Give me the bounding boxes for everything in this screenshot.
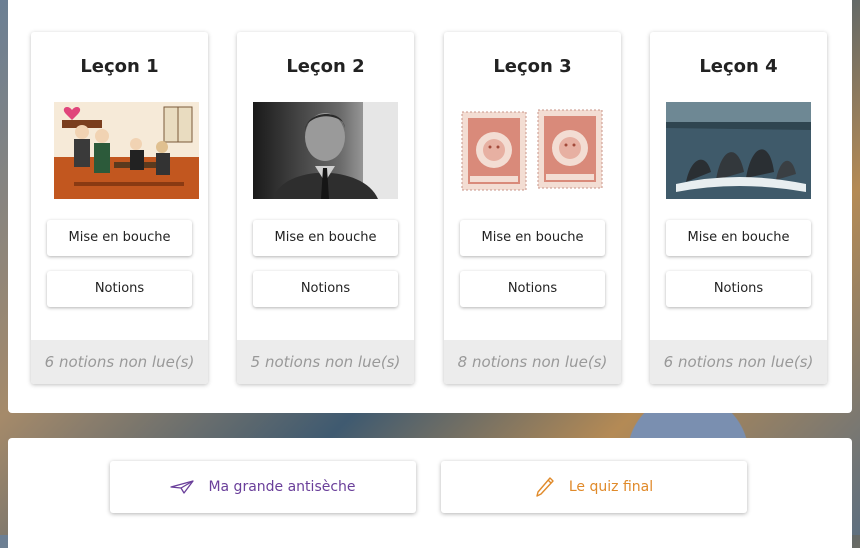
lesson-title: Leçon 3 xyxy=(493,56,572,77)
lesson-card-1: Leçon 1 Mise en bouche Notions 6 notions… xyxy=(31,32,208,384)
paper-plane-icon xyxy=(170,479,195,495)
mise-en-bouche-button[interactable]: Mise en bouche xyxy=(47,220,192,256)
unread-notions-count: 8 notions non lue(s) xyxy=(444,340,621,384)
notions-button[interactable]: Notions xyxy=(253,271,398,307)
notions-button[interactable]: Notions xyxy=(460,271,605,307)
unread-notions-count: 5 notions non lue(s) xyxy=(237,340,414,384)
lesson-card-3: Leçon 3 Mise en bouche Notions 8 notions… xyxy=(444,32,621,384)
lesson-card-4: Leçon 4 Mise en bouche Notions 6 notions… xyxy=(650,32,827,384)
lessons-panel: Leçon 1 Mise en bouche Notions 6 notions… xyxy=(8,0,852,413)
actions-panel: Ma grande antisèche Le quiz final xyxy=(8,438,852,548)
notions-button[interactable]: Notions xyxy=(47,271,192,307)
unread-notions-count: 6 notions non lue(s) xyxy=(650,340,827,384)
mise-en-bouche-button[interactable]: Mise en bouche xyxy=(253,220,398,256)
lesson-card-2: Leçon 2 Mise en bouche Notions 5 notions… xyxy=(237,32,414,384)
cheatsheet-button[interactable]: Ma grande antisèche xyxy=(110,461,416,513)
lesson-image-cartoon xyxy=(54,102,199,199)
lesson-title: Leçon 1 xyxy=(80,56,159,77)
lesson-image-portrait xyxy=(253,102,398,199)
pencil-icon xyxy=(535,476,555,498)
cheatsheet-label: Ma grande antisèche xyxy=(208,479,356,495)
mise-en-bouche-button[interactable]: Mise en bouche xyxy=(666,220,811,256)
lesson-image-stamps xyxy=(460,102,605,199)
lesson-image-whales xyxy=(666,102,811,199)
lesson-title: Leçon 2 xyxy=(286,56,365,77)
final-quiz-label: Le quiz final xyxy=(568,479,654,495)
mise-en-bouche-button[interactable]: Mise en bouche xyxy=(460,220,605,256)
final-quiz-button[interactable]: Le quiz final xyxy=(441,461,747,513)
lesson-title: Leçon 4 xyxy=(699,56,778,77)
notions-button[interactable]: Notions xyxy=(666,271,811,307)
unread-notions-count: 6 notions non lue(s) xyxy=(31,340,208,384)
